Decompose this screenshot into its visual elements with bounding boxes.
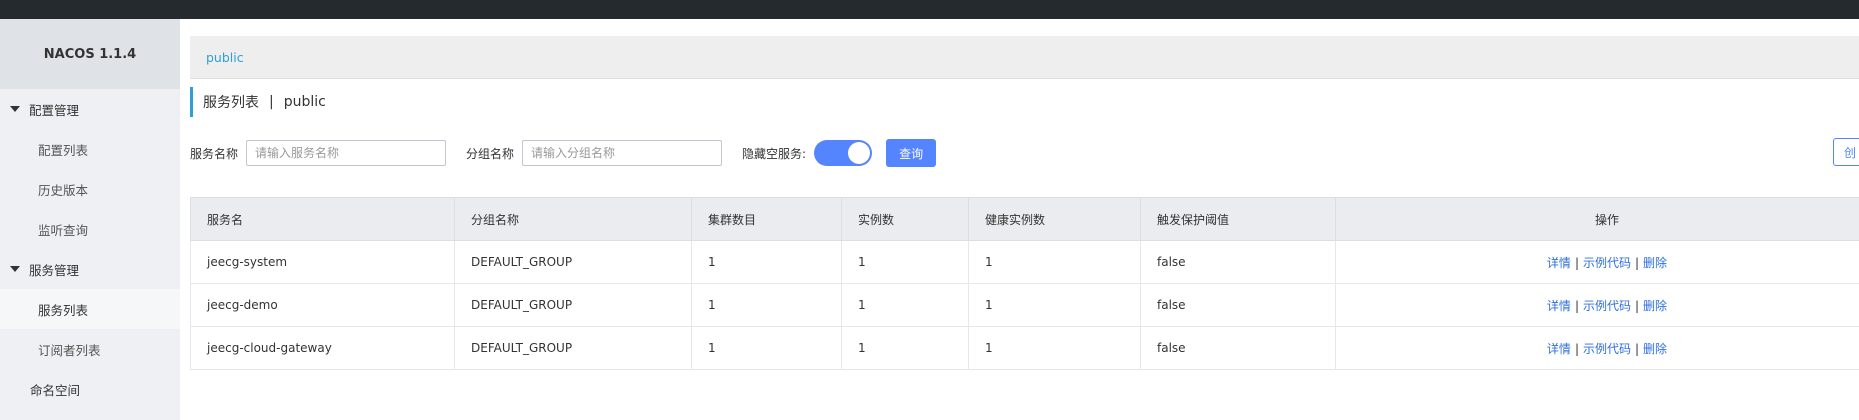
detail-link[interactable]: 详情 [1547, 342, 1571, 356]
group-name-input[interactable] [522, 140, 723, 166]
sidebar-item-config-list[interactable]: 配置列表 [0, 129, 180, 169]
sample-code-link[interactable]: 示例代码 [1583, 342, 1631, 356]
delete-link[interactable]: 删除 [1643, 299, 1667, 313]
cell-operations: 详情 | 示例代码 | 删除 [1335, 240, 1859, 284]
op-separator: | [1574, 341, 1579, 356]
cell-operations: 详情 | 示例代码 | 删除 [1335, 283, 1859, 327]
title-separator: | [269, 94, 274, 110]
hide-empty-toggle[interactable] [814, 140, 873, 166]
cell-cluster-count: 1 [691, 326, 842, 370]
sample-code-link[interactable]: 示例代码 [1583, 299, 1631, 313]
service-table: 服务名 分组名称 集群数目 实例数 健康实例数 触发保护阈值 操作 jeecg-… [190, 197, 1859, 370]
table-row: jeecg-cloud-gateway DEFAULT_GROUP 1 1 1 … [190, 326, 1859, 370]
cell-protect-threshold: false [1140, 283, 1336, 327]
table-row: jeecg-demo DEFAULT_GROUP 1 1 1 false 详情 |… [190, 283, 1859, 327]
table-row: jeecg-system DEFAULT_GROUP 1 1 1 false 详… [190, 240, 1859, 284]
sidebar-group-label: 服务管理 [29, 262, 80, 278]
sidebar-group-label: 配置管理 [29, 102, 80, 118]
table-header-row: 服务名 分组名称 集群数目 实例数 健康实例数 触发保护阈值 操作 [190, 197, 1859, 241]
delete-link[interactable]: 删除 [1643, 342, 1667, 356]
delete-link[interactable]: 删除 [1643, 256, 1667, 270]
filter-bar: 服务名称 分组名称 隐藏空服务: 查询 创 [190, 138, 1859, 168]
cell-service-name: jeecg-cloud-gateway [190, 326, 455, 370]
cell-cluster-count: 1 [691, 240, 842, 284]
detail-link[interactable]: 详情 [1547, 256, 1571, 270]
col-instance-count: 实例数 [841, 197, 969, 241]
cell-operations: 详情 | 示例代码 | 删除 [1335, 326, 1859, 370]
cell-instance-count: 1 [841, 240, 969, 284]
namespace-bar: public [190, 36, 1859, 79]
op-separator: | [1635, 298, 1640, 313]
cell-healthy-count: 1 [968, 283, 1141, 327]
hide-empty-label: 隐藏空服务: [742, 146, 807, 161]
op-separator: | [1635, 255, 1640, 270]
col-service-name: 服务名 [190, 197, 455, 241]
page-title: 服务列表 | public [190, 87, 326, 117]
op-separator: | [1574, 255, 1579, 270]
cell-group-name: DEFAULT_GROUP [454, 326, 692, 370]
col-healthy-count: 健康实例数 [968, 197, 1141, 241]
cell-protect-threshold: false [1140, 326, 1336, 370]
sidebar-item-service-list[interactable]: 服务列表 [0, 289, 180, 329]
query-button[interactable]: 查询 [886, 139, 937, 167]
cell-service-name: jeecg-demo [190, 283, 455, 327]
create-service-button[interactable]: 创 [1833, 138, 1859, 166]
cell-service-name: jeecg-system [190, 240, 455, 284]
cell-healthy-count: 1 [968, 326, 1141, 370]
detail-link[interactable]: 详情 [1547, 299, 1571, 313]
col-group-name: 分组名称 [454, 197, 692, 241]
namespace-link[interactable]: public [206, 50, 244, 65]
col-cluster-count: 集群数目 [691, 197, 842, 241]
col-protect-threshold: 触发保护阈值 [1140, 197, 1336, 241]
sample-code-link[interactable]: 示例代码 [1583, 256, 1631, 270]
main-content: public 服务列表 | public 服务名称 分组名称 隐藏空服务: 查询… [180, 19, 1859, 420]
sidebar-group-config[interactable]: 配置管理 [0, 89, 180, 129]
top-bar [0, 0, 1859, 19]
caret-down-icon [10, 266, 20, 272]
sidebar-item-listener-query[interactable]: 监听查询 [0, 209, 180, 249]
cell-instance-count: 1 [841, 283, 969, 327]
group-name-label: 分组名称 [466, 146, 515, 161]
col-operations: 操作 [1335, 197, 1859, 241]
service-name-label: 服务名称 [190, 146, 239, 161]
op-separator: | [1574, 298, 1579, 313]
service-name-input[interactable] [246, 140, 447, 166]
cell-group-name: DEFAULT_GROUP [454, 283, 692, 327]
sidebar-item-namespace[interactable]: 命名空间 [0, 369, 180, 409]
page-title-namespace: public [283, 94, 326, 110]
cell-group-name: DEFAULT_GROUP [454, 240, 692, 284]
page-title-text: 服务列表 [203, 95, 259, 111]
cell-healthy-count: 1 [968, 240, 1141, 284]
cell-cluster-count: 1 [691, 283, 842, 327]
app-logo: NACOS 1.1.4 [0, 19, 180, 89]
sidebar-group-service[interactable]: 服务管理 [0, 249, 180, 289]
caret-down-icon [10, 106, 20, 112]
toggle-knob [848, 142, 871, 164]
sidebar: NACOS 1.1.4 配置管理 配置列表 历史版本 监听查询 服务管理 服务列… [0, 19, 180, 420]
cell-instance-count: 1 [841, 326, 969, 370]
op-separator: | [1635, 341, 1640, 356]
sidebar-item-subscriber-list[interactable]: 订阅者列表 [0, 329, 180, 369]
cell-protect-threshold: false [1140, 240, 1336, 284]
sidebar-item-history[interactable]: 历史版本 [0, 169, 180, 209]
